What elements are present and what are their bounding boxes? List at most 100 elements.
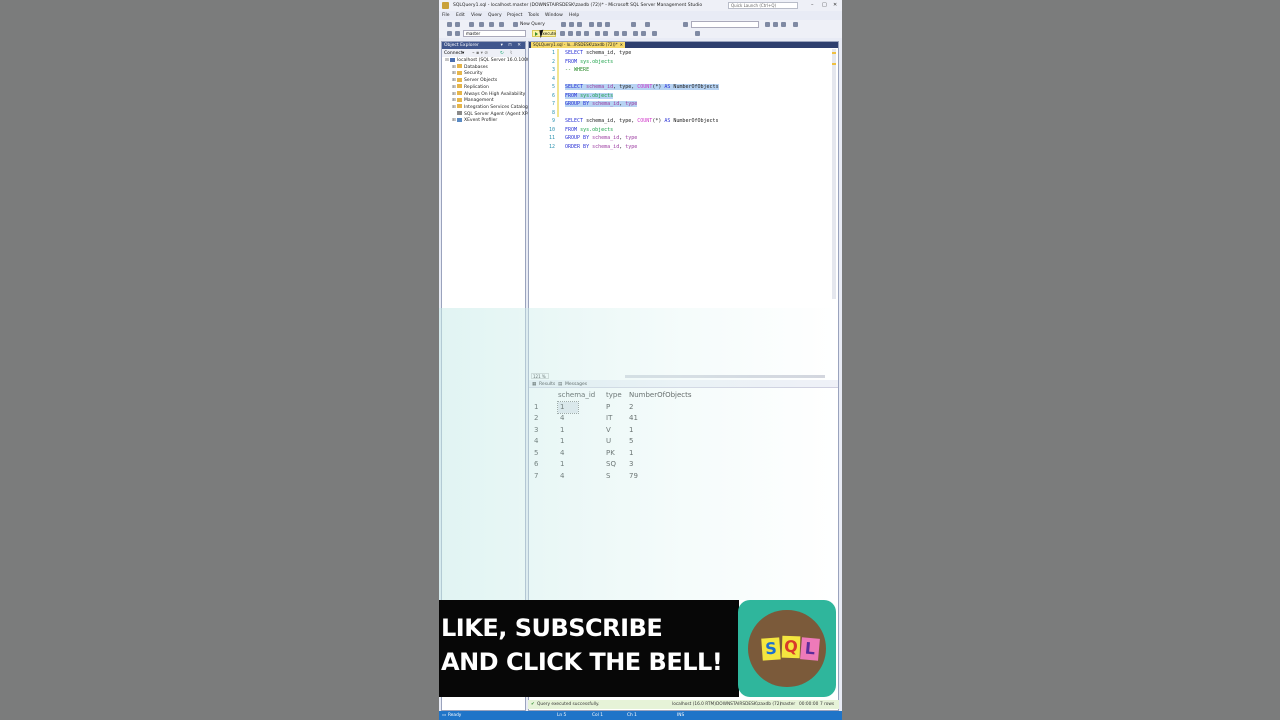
redo-icon[interactable]: [645, 22, 650, 27]
options-icon[interactable]: [695, 31, 700, 36]
status-database: master: [780, 702, 796, 707]
paste-icon[interactable]: [605, 22, 610, 27]
menu-project[interactable]: Project: [507, 13, 522, 18]
properties-icon[interactable]: [765, 22, 770, 27]
copy-icon[interactable]: [597, 22, 602, 27]
connect-dropdown-icon[interactable]: ▾: [462, 51, 464, 56]
change-connection-icon[interactable]: [455, 31, 460, 36]
code-line-10: FROM sys.objects: [565, 126, 614, 133]
specify-values-icon[interactable]: [652, 31, 657, 36]
query-icon[interactable]: [569, 22, 574, 27]
table-row[interactable]: 6 1 SQ 3: [529, 459, 699, 471]
line-number: 11: [548, 135, 555, 141]
line-number: 4: [551, 75, 555, 82]
column-header[interactable]: schema_id: [558, 390, 595, 402]
status-mode: INS: [677, 713, 685, 718]
zoom-level[interactable]: 121 %: [531, 373, 549, 379]
object-explorer-header: Object Explorer ▾ ⊓ ✕: [442, 42, 525, 49]
save-icon[interactable]: [489, 22, 494, 27]
menu-edit[interactable]: Edit: [456, 13, 465, 18]
refresh-icon[interactable]: ↻: [500, 51, 504, 56]
table-row[interactable]: 2 4 IT 41: [529, 413, 699, 425]
query-icon[interactable]: [577, 22, 582, 27]
find-combo[interactable]: [691, 21, 759, 28]
table-row[interactable]: 4 1 U 5: [529, 436, 699, 448]
tab-sqlquery1[interactable]: SQLQuery1.sql - lo...IRSDESK\zaxdb (72))…: [531, 42, 625, 48]
forward-icon[interactable]: [455, 22, 460, 27]
table-row[interactable]: 7 4 S 79: [529, 471, 699, 483]
maximize-icon[interactable]: □: [822, 2, 827, 8]
comment-icon[interactable]: [614, 31, 619, 36]
parse-icon[interactable]: [568, 31, 573, 36]
close-icon[interactable]: ✕: [833, 2, 837, 8]
new-query-button[interactable]: New Query: [520, 22, 545, 27]
folder-icon: [457, 84, 462, 89]
status-char: Ch 1: [627, 713, 637, 718]
undo-icon[interactable]: [631, 22, 636, 27]
minimize-icon[interactable]: –: [811, 2, 814, 8]
plan-icon[interactable]: [576, 31, 581, 36]
tab-close-icon[interactable]: ✕: [620, 42, 623, 48]
indent-icon[interactable]: [633, 31, 638, 36]
folder-icon: [457, 64, 462, 69]
code-line-7: GROUP BY schema_id, type: [565, 101, 638, 107]
cut-icon[interactable]: [589, 22, 594, 27]
oe-toolbar-icons[interactable]: ⌁ ▪ ▾ ⊘: [472, 51, 488, 56]
menu-tools[interactable]: Tools: [528, 13, 539, 18]
new-icon[interactable]: [469, 22, 474, 27]
query-status-message: Query executed successfully.: [537, 702, 600, 707]
back-icon[interactable]: [447, 22, 452, 27]
connect-icon[interactable]: [447, 31, 452, 36]
open-icon[interactable]: [479, 22, 484, 27]
new-query-icon[interactable]: [513, 22, 518, 27]
document-tabs: SQLQuery1.sql - lo...IRSDESK\zaxdb (72))…: [529, 42, 838, 48]
column-header[interactable]: type: [606, 390, 622, 402]
messages-icon: ▤: [558, 382, 563, 387]
outdent-icon[interactable]: [641, 31, 646, 36]
table-row[interactable]: 5 4 PK 1: [529, 448, 699, 460]
column-header[interactable]: NumberOfObjects: [629, 390, 692, 402]
results-tabs: ▦ Results ▤ Messages: [529, 380, 838, 388]
menu-file[interactable]: File: [442, 13, 450, 18]
activity-monitor-icon[interactable]: ⌇: [510, 51, 512, 56]
plan-icon[interactable]: [584, 31, 589, 36]
menu-help[interactable]: Help: [569, 13, 579, 18]
standard-toolbar: New Query: [439, 20, 842, 29]
panel-controls[interactable]: ▾ ⊓ ✕: [501, 42, 523, 49]
menu-window[interactable]: Window: [545, 13, 563, 18]
save-all-icon[interactable]: [499, 22, 504, 27]
menu-view[interactable]: View: [471, 13, 482, 18]
database-select[interactable]: master: [463, 30, 526, 37]
results-to-icon[interactable]: [603, 31, 608, 36]
layout-icon[interactable]: [793, 22, 798, 27]
sql-code-area[interactable]: 1 2 3 4 5 6 7 8 9 10 11 12 SELECT schema…: [529, 49, 838, 414]
line-number: 3: [551, 67, 555, 73]
banner-line-1: LIKE, SUBSCRIBE: [441, 614, 663, 642]
tab-messages[interactable]: Messages: [565, 382, 587, 387]
tree-item-xevent-profiler[interactable]: ⊞ XEvent Profiler: [452, 117, 497, 124]
query-icon[interactable]: [561, 22, 566, 27]
connect-button[interactable]: Connect: [444, 51, 463, 56]
editor-horizontal-scrollbar[interactable]: [625, 375, 825, 378]
code-line-12: ORDER BY schema_id, type: [565, 143, 638, 150]
status-ready: Ready: [448, 713, 462, 718]
folder-icon: [457, 104, 462, 109]
table-row[interactable]: 3 1 V 1: [529, 425, 699, 437]
banner-line-2: AND CLICK THE BELL!: [441, 648, 723, 676]
tab-results[interactable]: Results: [539, 382, 555, 387]
logo-tile-q: Q: [781, 635, 801, 659]
quick-launch-input[interactable]: Quick Launch (Ctrl+Q): [728, 2, 798, 9]
results-to-icon[interactable]: [595, 31, 600, 36]
scroll-marker: [832, 63, 836, 65]
editor-vertical-scrollbar[interactable]: [832, 49, 836, 299]
uncomment-icon[interactable]: [622, 31, 627, 36]
line-number: 10: [548, 126, 555, 133]
debug-icon[interactable]: [560, 31, 565, 36]
table-row[interactable]: 1 1 P 2: [529, 400, 699, 414]
tools-icon[interactable]: [781, 22, 786, 27]
find-icon[interactable]: [683, 22, 688, 27]
menu-query[interactable]: Query: [488, 13, 502, 18]
tools-icon[interactable]: [773, 22, 778, 27]
scroll-marker: [832, 52, 836, 54]
logo-tile-l: L: [800, 637, 820, 661]
